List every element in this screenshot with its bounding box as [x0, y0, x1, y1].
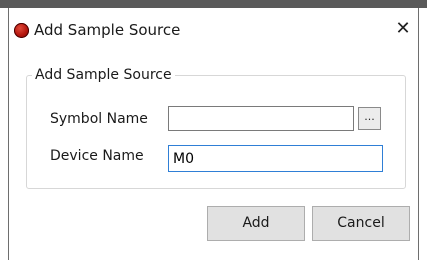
- window-background-strip: [0, 0, 427, 8]
- close-icon[interactable]: ✕: [393, 19, 413, 39]
- red-record-icon: [14, 23, 29, 38]
- symbol-name-label: Symbol Name: [50, 111, 148, 127]
- device-name-label: Device Name: [50, 148, 144, 164]
- add-button[interactable]: Add: [207, 206, 305, 241]
- cancel-button[interactable]: Cancel: [312, 206, 410, 241]
- browse-button[interactable]: ...: [358, 107, 381, 130]
- dialog-title: Add Sample Source: [34, 21, 181, 39]
- groupbox-label: Add Sample Source: [32, 66, 175, 84]
- device-name-input[interactable]: [168, 145, 383, 172]
- symbol-name-input[interactable]: [168, 106, 354, 131]
